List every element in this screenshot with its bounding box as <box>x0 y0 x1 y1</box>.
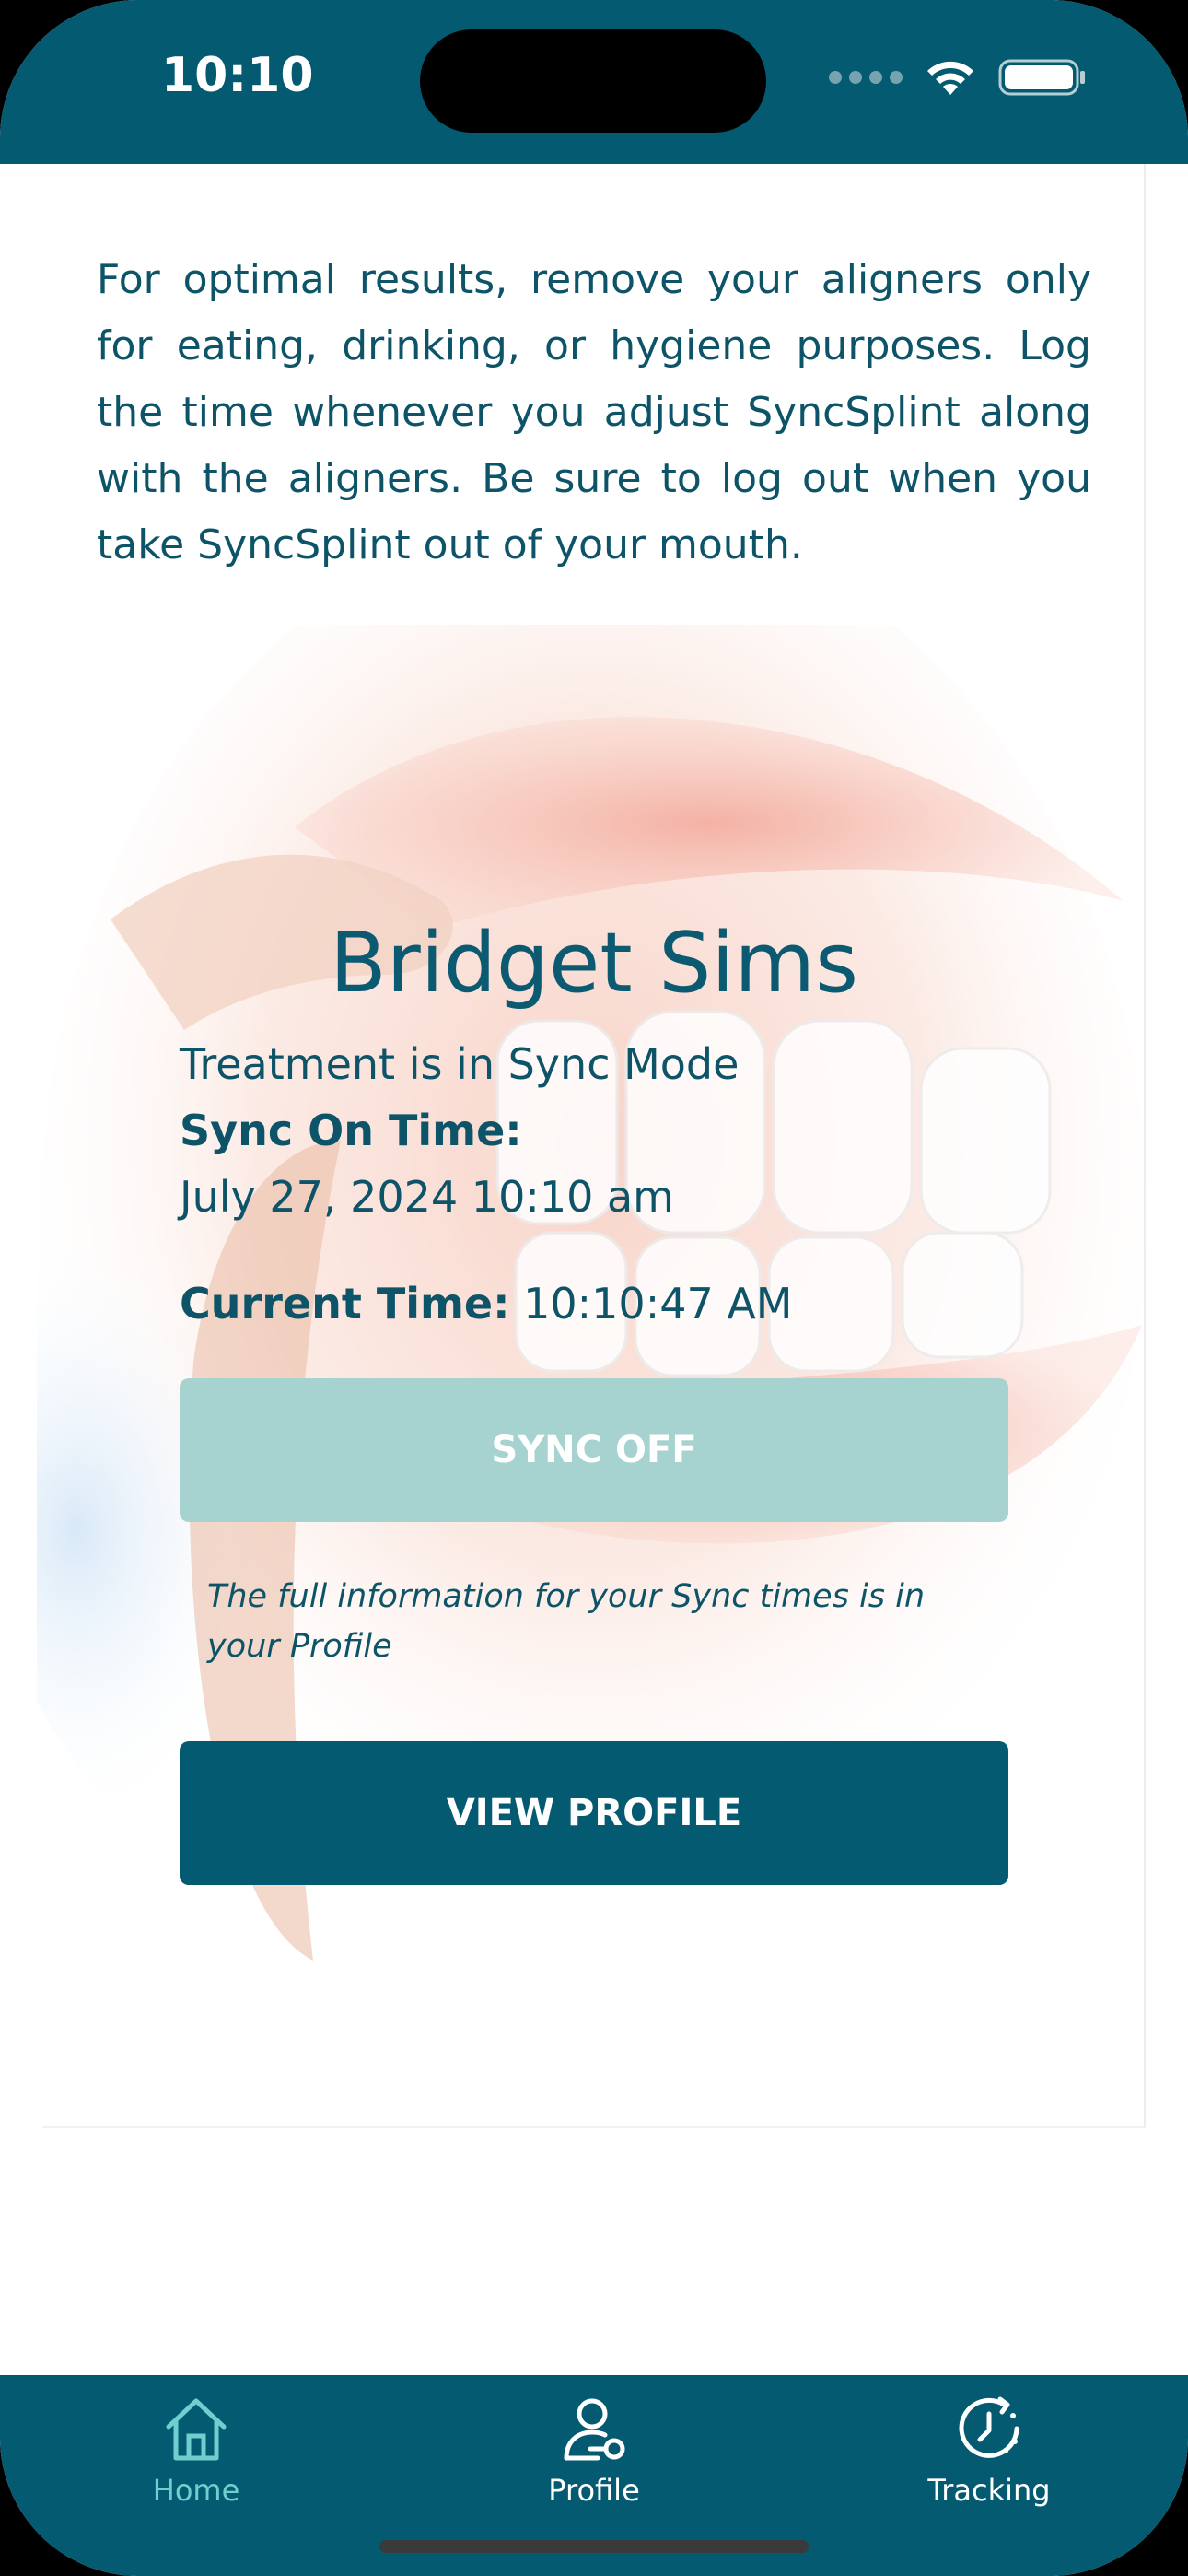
home-content: For optimal results, remove your aligner… <box>0 164 1188 2375</box>
tab-tracking-label: Tracking <box>927 2473 1051 2508</box>
cellular-signal-icon <box>829 71 903 84</box>
profile-icon <box>564 2398 625 2461</box>
usage-instructions: For optimal results, remove your aligner… <box>97 256 1091 568</box>
home-indicator[interactable] <box>379 2540 809 2553</box>
status-icons <box>829 57 1087 98</box>
wifi-icon <box>927 61 973 95</box>
status-time: 10:10 <box>161 48 314 103</box>
sync-on-time-label: Sync On Time: <box>180 1106 522 1155</box>
dynamic-island <box>420 29 766 133</box>
sync-on-time-value: July 27, 2024 10:10 am <box>180 1172 674 1222</box>
tab-home-label: Home <box>152 2473 240 2508</box>
home-icon <box>166 2398 227 2461</box>
treatment-status: Treatment is in Sync Mode <box>180 1039 740 1089</box>
patient-name: Bridget Sims <box>330 915 858 1012</box>
status-bar: 10:10 <box>0 0 1188 164</box>
tab-home[interactable]: Home <box>76 2392 316 2530</box>
current-time-value: 10:10:47 AM <box>523 1279 793 1329</box>
battery-icon <box>998 59 1085 96</box>
tab-profile[interactable]: Profile <box>474 2392 714 2530</box>
clock-icon <box>959 2396 1019 2458</box>
app-screen: 10:10 For optimal results, remove your a… <box>0 0 1188 2576</box>
card-edge <box>1144 164 1146 2126</box>
tab-tracking[interactable]: Tracking <box>869 2392 1109 2530</box>
sync-off-button[interactable]: SYNC OFF <box>180 1378 1008 1522</box>
current-time-label: Current Time: <box>180 1279 510 1329</box>
card-bottom-edge <box>42 2126 1146 2128</box>
sync-info-note: The full information for your Sync times… <box>207 1578 926 1665</box>
view-profile-button[interactable]: VIEW PROFILE <box>180 1741 1008 1885</box>
current-time: Current Time: 10:10:47 AM <box>180 1279 793 1329</box>
tab-profile-label: Profile <box>548 2473 640 2508</box>
